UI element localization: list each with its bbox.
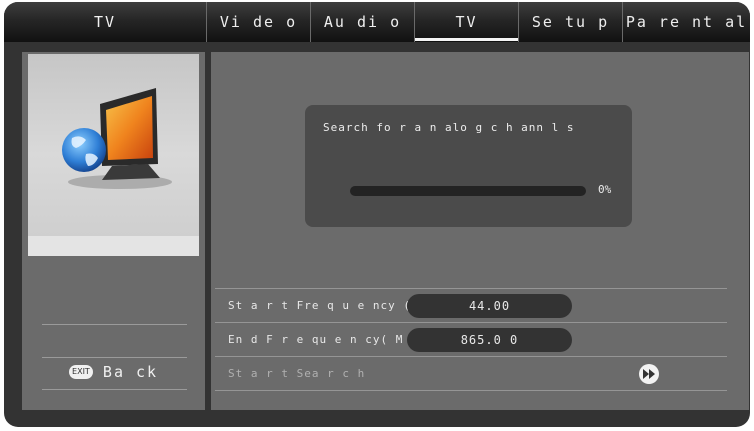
tv-illustration bbox=[28, 54, 199, 236]
search-progress-bar bbox=[350, 186, 586, 196]
exit-key-icon: EXIT bbox=[68, 365, 93, 379]
back-label: Ba ck bbox=[102, 363, 159, 381]
tab-setup[interactable]: Se tu p bbox=[518, 2, 622, 42]
menu-title: TV bbox=[93, 13, 117, 31]
left-panel: EXIT Ba ck bbox=[22, 52, 205, 410]
back-button[interactable]: EXIT Ba ck bbox=[28, 356, 199, 388]
top-menu-bar: TV Vi de o Au di o TV Se tu p Pa re nt a… bbox=[4, 2, 750, 42]
tab-parental[interactable]: Pa re nt al bbox=[622, 2, 750, 42]
end-frequency-field[interactable]: 865.0 0 bbox=[407, 328, 572, 352]
end-frequency-row[interactable]: En d F r e qu e n cy( M H Z) 865.0 0 bbox=[211, 326, 741, 354]
start-search-label: St a r t Sea r c h bbox=[228, 367, 366, 380]
row-divider bbox=[215, 322, 727, 323]
tv-menu-window: TV Vi de o Au di o TV Se tu p Pa re nt a… bbox=[4, 2, 750, 427]
search-dialog: Search fo r a n alo g c h ann l s 0% bbox=[305, 105, 632, 227]
start-frequency-row[interactable]: St a r t Fre q u e ncy ( MHz ) 44.00 bbox=[211, 292, 741, 320]
tv-globe-icon bbox=[62, 88, 172, 189]
row-divider bbox=[215, 356, 727, 357]
right-panel: Search fo r a n alo g c h ann l s 0% St … bbox=[211, 52, 749, 410]
search-message: Search fo r a n alo g c h ann l s bbox=[323, 121, 575, 134]
search-progress-percent: 0% bbox=[598, 183, 612, 196]
left-divider bbox=[42, 389, 187, 390]
menu-tabs: Vi de o Au di o TV Se tu p Pa re nt al bbox=[206, 2, 750, 42]
tab-tv[interactable]: TV bbox=[414, 2, 518, 42]
start-frequency-field[interactable]: 44.00 bbox=[407, 294, 572, 318]
tab-audio[interactable]: Au di o bbox=[310, 2, 414, 42]
row-divider bbox=[215, 288, 727, 289]
left-divider bbox=[42, 324, 187, 325]
image-caption-strip bbox=[28, 236, 199, 256]
row-divider bbox=[215, 390, 727, 391]
tab-video[interactable]: Vi de o bbox=[206, 2, 310, 42]
start-search-row[interactable]: St a r t Sea r c h bbox=[211, 360, 741, 388]
fast-forward-icon[interactable] bbox=[639, 364, 659, 384]
